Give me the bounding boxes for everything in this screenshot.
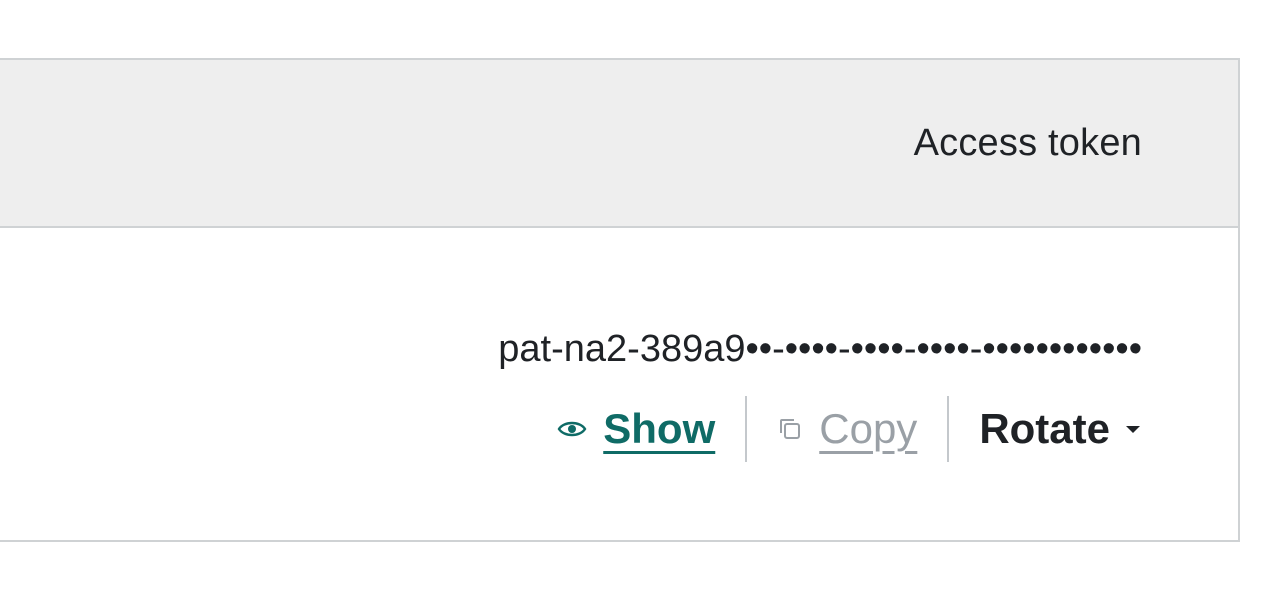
copy-icon: [777, 416, 803, 442]
rotate-button-label: Rotate: [979, 405, 1110, 452]
eye-icon: [557, 419, 587, 439]
action-divider: [947, 396, 950, 462]
table-row: pat-na2-389a9••-••••-••••-••••-•••••••••…: [0, 228, 1238, 540]
show-token-button[interactable]: Show: [557, 405, 715, 453]
caret-down-icon: [1124, 423, 1142, 435]
table-header: Access token: [0, 60, 1238, 228]
token-actions: Show Copy Rotate: [557, 394, 1142, 464]
rotate-token-dropdown[interactable]: Rotate: [979, 405, 1142, 453]
copy-button-label: Copy: [819, 405, 918, 452]
copy-token-button[interactable]: Copy: [777, 405, 917, 453]
access-token-column-header: Access token: [913, 121, 1142, 164]
access-token-value: pat-na2-389a9••-••••-••••-••••-•••••••••…: [498, 328, 1142, 370]
show-button-label: Show: [603, 405, 716, 452]
access-token-table: Access token pat-na2-389a9••-••••-••••-•…: [0, 58, 1240, 542]
action-divider: [745, 396, 748, 462]
